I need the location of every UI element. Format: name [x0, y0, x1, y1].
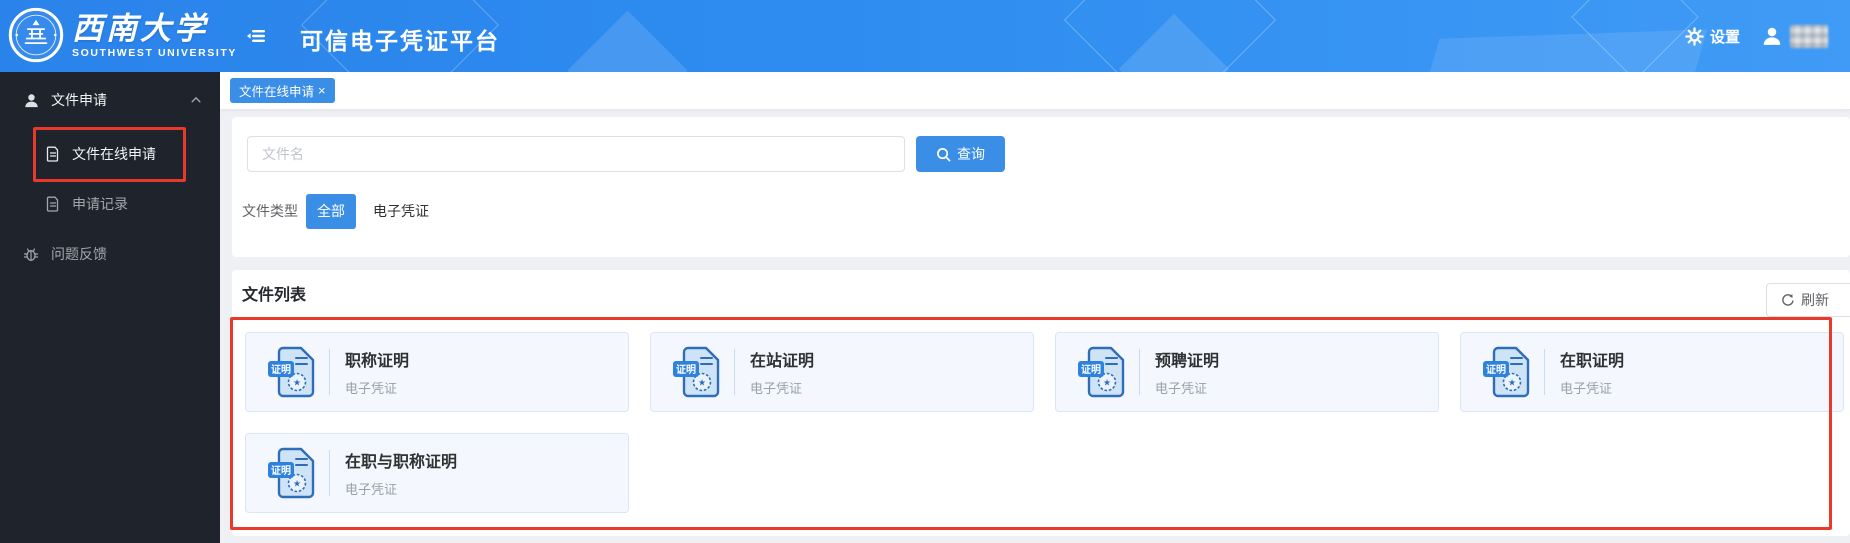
- file-card-title: 预聘证明: [1155, 353, 1220, 370]
- sidebar-item-label: 申请记录: [72, 196, 128, 212]
- sidebar-item-label: 问题反馈: [51, 246, 107, 262]
- certificate-document-icon: ★ 证明: [268, 346, 315, 398]
- menu-fold-icon[interactable]: [247, 28, 265, 44]
- file-card-title: 职称证明: [345, 353, 410, 370]
- svg-text:★: ★: [293, 378, 301, 388]
- file-card[interactable]: ★ 证明 职称证明 电子凭证: [245, 332, 629, 412]
- file-list-panel: 文件列表 刷新 ★ 证明 职称证明 电子凭证 ★ 证明 在站证明 电子凭证 ★ …: [232, 270, 1850, 536]
- university-name-en: SOUTHWEST UNIVERSITY: [72, 46, 238, 59]
- sidebar-item-label: 文件在线申请: [72, 146, 156, 162]
- chevron-up-icon: [191, 96, 201, 103]
- svg-text:★: ★: [1508, 378, 1516, 388]
- certificate-document-icon: ★ 证明: [1483, 346, 1530, 398]
- svg-text:★: ★: [293, 479, 301, 489]
- sidebar: 文件申请 文件在线申请 申请记录 问题反馈: [0, 72, 220, 543]
- svg-text:★: ★: [1103, 378, 1111, 388]
- bug-icon: [23, 248, 39, 261]
- file-type-label: 文件类型: [242, 203, 298, 219]
- page-title: 可信电子凭证平台: [300, 28, 500, 54]
- sidebar-item-file-apply[interactable]: 文件申请: [0, 80, 220, 120]
- certificate-document-icon: ★ 证明: [268, 447, 315, 499]
- file-card-type: 电子凭证: [345, 381, 398, 396]
- header-decoration: [1571, 0, 1699, 72]
- svg-text:证明: 证明: [271, 364, 291, 376]
- search-panel: 查询 文件类型 全部 电子凭证: [232, 117, 1850, 257]
- card-divider: [1544, 349, 1545, 395]
- tab-file-online-apply[interactable]: 文件在线申请 ×: [230, 78, 335, 103]
- svg-text:证明: 证明: [1081, 364, 1101, 376]
- sidebar-item-label: 文件申请: [51, 92, 107, 108]
- sidebar-item-apply-records[interactable]: 申请记录: [0, 184, 220, 224]
- tab-bar: 文件在线申请 ×: [220, 72, 1850, 110]
- file-card-title: 在职与职称证明: [345, 454, 458, 471]
- card-divider: [1139, 349, 1140, 395]
- settings-button[interactable]: 设置: [1685, 26, 1740, 47]
- svg-text:证明: 证明: [1486, 364, 1506, 376]
- file-card[interactable]: ★ 证明 预聘证明 电子凭证: [1055, 332, 1439, 412]
- file-card-title: 在站证明: [750, 353, 815, 370]
- university-logo: 西南大学 SOUTHWEST UNIVERSITY: [8, 7, 237, 63]
- app-header: 西南大学 SOUTHWEST UNIVERSITY 可信电子凭证平台 设置: [0, 0, 1850, 72]
- filter-option-all[interactable]: 全部: [306, 193, 356, 229]
- svg-text:证明: 证明: [271, 465, 291, 477]
- filter-option-e-certificate[interactable]: 电子凭证: [362, 194, 440, 229]
- refresh-label: 刷新: [1801, 292, 1829, 308]
- header-decoration: [567, 10, 688, 72]
- header-decoration: [1063, 0, 1277, 72]
- search-button-label: 查询: [957, 146, 985, 162]
- user-icon: [25, 93, 38, 107]
- card-divider: [329, 349, 330, 395]
- certificate-document-icon: ★ 证明: [1078, 346, 1125, 398]
- svg-text:证明: 证明: [676, 364, 696, 376]
- university-name: 西南大学: [72, 10, 208, 47]
- filename-search-input[interactable]: [247, 136, 905, 172]
- file-card-grid: ★ 证明 职称证明 电子凭证 ★ 证明 在站证明 电子凭证 ★ 证明 预聘证明 …: [245, 332, 1844, 513]
- university-emblem-icon: [8, 7, 64, 63]
- file-type-filter: 文件类型 全部 电子凭证: [242, 193, 440, 229]
- file-card-title: 在职证明: [1560, 353, 1625, 370]
- file-card[interactable]: ★ 证明 在职证明 电子凭证: [1460, 332, 1844, 412]
- trusted-certificate-platform-window: 西南大学 SOUTHWEST UNIVERSITY 可信电子凭证平台 设置 文件…: [0, 0, 1850, 543]
- user-icon: [1763, 27, 1781, 45]
- user-account[interactable]: [1762, 24, 1828, 48]
- refresh-icon: [1782, 294, 1794, 306]
- file-card-type: 电子凭证: [750, 381, 803, 396]
- file-list-title: 文件列表: [242, 287, 307, 304]
- search-icon: [937, 147, 951, 161]
- sidebar-item-feedback[interactable]: 问题反馈: [0, 234, 220, 274]
- file-card[interactable]: ★ 证明 在职与职称证明 电子凭证: [245, 433, 629, 513]
- card-divider: [329, 450, 330, 496]
- file-card-type: 电子凭证: [345, 482, 398, 497]
- header-decoration: [1118, 13, 1230, 72]
- document-icon: [46, 146, 59, 162]
- settings-label: 设置: [1709, 28, 1740, 46]
- sidebar-item-file-online-apply[interactable]: 文件在线申请: [0, 134, 220, 174]
- tab-close-icon[interactable]: ×: [318, 84, 326, 97]
- file-card[interactable]: ★ 证明 在站证明 电子凭证: [650, 332, 1034, 412]
- file-card-type: 电子凭证: [1155, 381, 1208, 396]
- card-divider: [734, 349, 735, 395]
- search-button[interactable]: 查询: [916, 136, 1005, 172]
- svg-text:★: ★: [698, 378, 706, 388]
- header-decoration: [1407, 29, 1708, 72]
- refresh-button[interactable]: 刷新: [1766, 283, 1850, 317]
- main-content: 文件在线申请 × 查询 文件类型 全部 电子凭证 文件列表: [220, 72, 1850, 543]
- tab-label: 文件在线申请: [239, 85, 315, 99]
- file-card-type: 电子凭证: [1560, 381, 1613, 396]
- certificate-document-icon: ★ 证明: [673, 346, 720, 398]
- gear-icon: [1685, 26, 1704, 46]
- username-redacted: [1790, 24, 1828, 48]
- document-icon: [46, 196, 59, 212]
